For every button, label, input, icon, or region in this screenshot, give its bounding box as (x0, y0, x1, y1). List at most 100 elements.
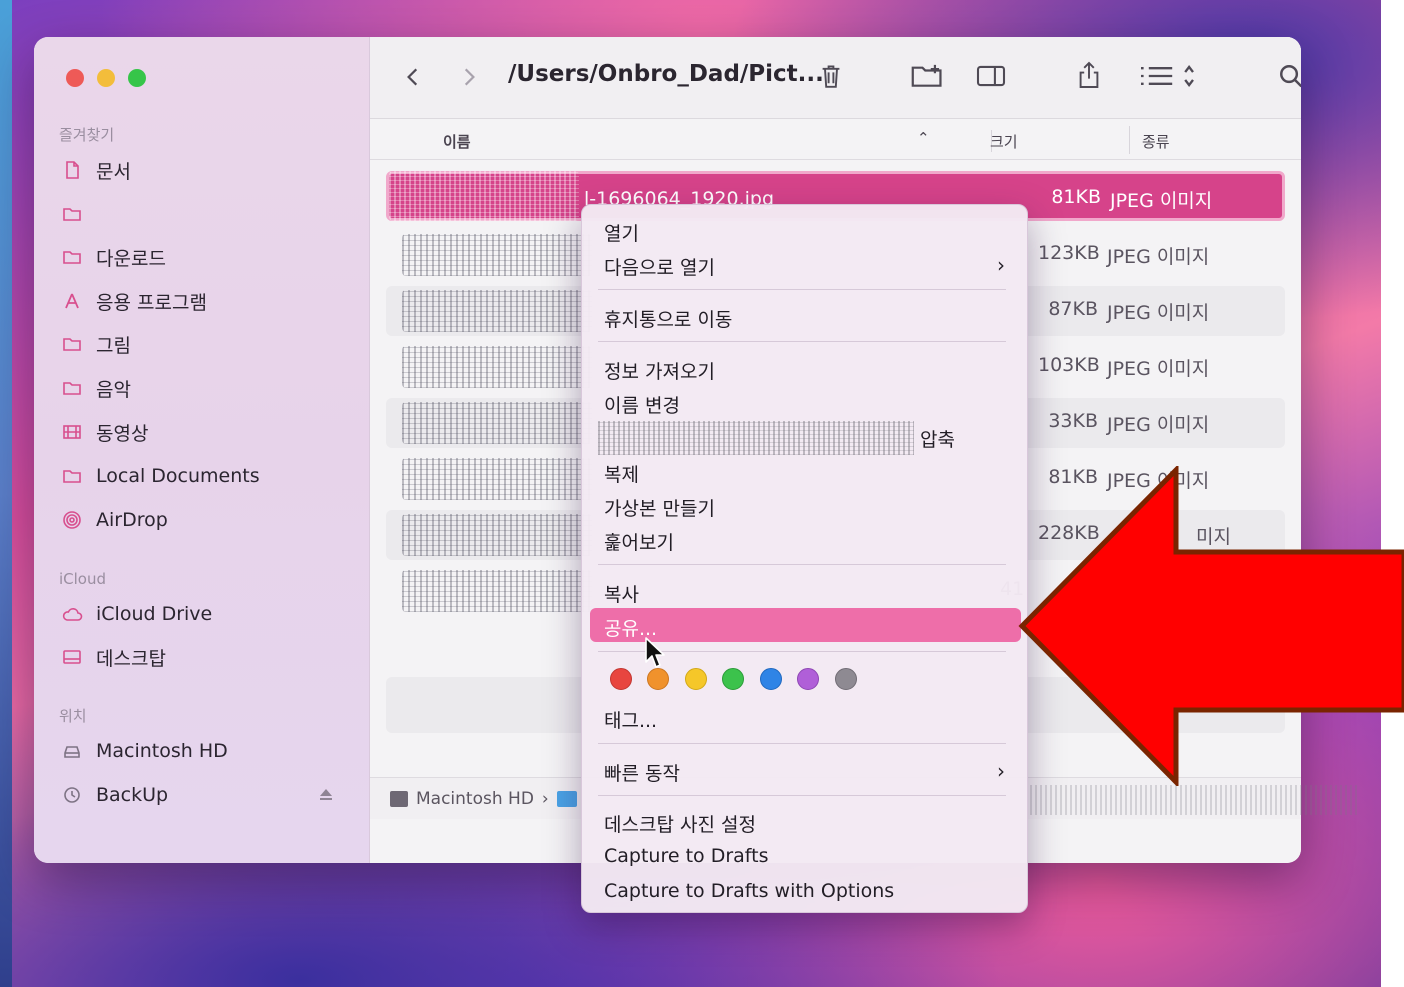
menu-separator (598, 341, 1006, 342)
mouse-cursor-icon (645, 637, 665, 668)
menu-item-get-info[interactable]: 정보 가져오기 (604, 357, 715, 384)
file-thumbnail (402, 458, 592, 500)
menu-item-label: 다음으로 열기 (604, 257, 715, 279)
tag-red-button[interactable] (610, 668, 632, 690)
column-header: 이름 ⌃ 크기 종류 (370, 120, 1301, 160)
sidebar-item-label: 다운로드 (96, 247, 166, 270)
menu-item-tags[interactable]: 태그... (604, 706, 657, 733)
sidebar-item-pictures[interactable]: 그림 (60, 329, 131, 359)
minimize-window-button[interactable] (97, 69, 115, 87)
file-kind: JPEG 이미지 (1107, 414, 1210, 436)
file-kind: JPEG 이미지 (1110, 190, 1213, 212)
menu-separator (598, 289, 1006, 290)
sidebar-item-applications[interactable]: 응용 프로그램 (60, 286, 207, 316)
path-segment-disk[interactable]: Macintosh HD › (390, 789, 577, 809)
sidebar-item-local-documents[interactable]: Local Documents (60, 461, 260, 491)
eject-icon[interactable] (316, 785, 336, 805)
column-size[interactable]: 크기 (990, 131, 1018, 152)
context-menu: 열기 다음으로 열기 › 휴지통으로 이동 정보 가져오기 이름 변경 압축 복… (581, 204, 1028, 913)
tag-yellow-button[interactable] (685, 668, 707, 690)
desktop-background-edge (0, 0, 12, 987)
sidebar-item-label: iCloud Drive (96, 603, 213, 625)
menu-item-capture-to-drafts[interactable]: Capture to Drafts (604, 845, 769, 867)
blurred-region (598, 421, 914, 455)
airdrop-icon (60, 509, 84, 531)
sidebar-item-label: 음악 (96, 378, 131, 401)
folder-icon (60, 377, 84, 399)
sidebar-item-documents[interactable]: 문서 (60, 155, 131, 185)
column-name[interactable]: 이름 (443, 131, 471, 152)
menu-item-capture-to-drafts-options[interactable]: Capture to Drafts with Options (604, 880, 894, 902)
column-kind[interactable]: 종류 (1142, 131, 1170, 152)
close-window-button[interactable] (66, 69, 84, 87)
folder-icon (60, 465, 84, 487)
sidebar-item-airdrop[interactable]: AirDrop (60, 505, 168, 535)
menu-item-compress[interactable]: 압축 (920, 425, 955, 452)
tag-gray-button[interactable] (835, 668, 857, 690)
sidebar-item-downloads[interactable]: 다운로드 (60, 242, 166, 272)
sidebar-item-icloud-drive[interactable]: iCloud Drive (60, 599, 212, 629)
sidebar-item-desktop[interactable]: 데스크탑 (60, 642, 166, 672)
menu-item-quick-look[interactable]: 훑어보기 (604, 528, 674, 555)
zoom-window-button[interactable] (128, 69, 146, 87)
menu-item-open-with[interactable]: 다음으로 열기 (604, 253, 1008, 280)
folder-icon (60, 246, 84, 268)
tag-blue-button[interactable] (760, 668, 782, 690)
file-size: 103KB (1038, 354, 1100, 376)
file-thumbnail (402, 234, 592, 276)
sort-ascending-icon[interactable]: ⌃ (917, 129, 930, 147)
tag-orange-button[interactable] (647, 668, 669, 690)
folder-icon (60, 333, 84, 355)
time-machine-icon (60, 784, 84, 806)
file-thumbnail (402, 402, 592, 444)
tag-green-button[interactable] (722, 668, 744, 690)
toolbar: /Users/Onbro_Dad/Pict... (370, 37, 1301, 119)
sidebar-item-macintosh-hd[interactable]: Macintosh HD (60, 736, 228, 766)
applications-icon (60, 290, 84, 312)
trash-icon[interactable] (816, 59, 846, 93)
view-options-icon[interactable] (1136, 61, 1198, 91)
sidebar-toggle-icon[interactable] (974, 61, 1008, 91)
sidebar-item-folder[interactable] (60, 199, 96, 229)
menu-item-move-to-trash[interactable]: 휴지통으로 이동 (604, 305, 732, 332)
search-icon[interactable] (1276, 61, 1301, 91)
sidebar-item-movies[interactable]: 동영상 (60, 417, 148, 447)
file-kind: JPEG 이미지 (1107, 302, 1210, 324)
sidebar-item-label: 데스크탑 (96, 647, 166, 670)
folder-icon (60, 203, 84, 225)
file-size: 123KB (1038, 242, 1100, 264)
sidebar-item-music[interactable]: 음악 (60, 373, 131, 403)
menu-item-open[interactable]: 열기 (604, 219, 639, 246)
new-folder-icon[interactable] (908, 59, 948, 93)
menu-item-duplicate[interactable]: 복제 (604, 460, 639, 487)
back-button[interactable] (400, 63, 426, 91)
menu-item-make-alias[interactable]: 가상본 만들기 (604, 494, 715, 521)
forward-button[interactable] (456, 63, 482, 91)
chevron-right-icon: › (997, 253, 1005, 277)
menu-item-quick-actions[interactable]: 빠른 동작 (604, 759, 680, 786)
sidebar-item-label: Local Documents (96, 465, 260, 487)
file-kind: JPEG 이미지 (1107, 358, 1210, 380)
file-kind: JPEG 이미지 (1107, 246, 1210, 268)
file-size: 87KB (1048, 298, 1098, 320)
menu-separator (598, 564, 1006, 565)
path-segment-label: Macintosh HD (416, 789, 534, 809)
path-separator: › (541, 789, 549, 809)
file-thumbnail (402, 290, 592, 332)
disk-icon (60, 740, 84, 762)
menu-item-copy[interactable]: 복사 (604, 580, 639, 607)
file-thumbnail (402, 346, 592, 388)
window-title: /Users/Onbro_Dad/Pict... (508, 61, 824, 87)
file-size: 33KB (1048, 410, 1098, 432)
tag-purple-button[interactable] (797, 668, 819, 690)
film-icon (60, 421, 84, 443)
disk-icon (390, 791, 408, 807)
sidebar-item-label: BackUp (96, 784, 169, 806)
sidebar-item-backup[interactable]: BackUp (60, 780, 168, 810)
file-size: 81KB (1051, 186, 1101, 208)
document-icon (60, 159, 84, 181)
share-icon[interactable] (1074, 57, 1104, 93)
icloud-section-label: iCloud (59, 570, 107, 588)
menu-item-rename[interactable]: 이름 변경 (604, 391, 680, 418)
menu-item-set-desktop-picture[interactable]: 데스크탑 사진 설정 (604, 810, 756, 837)
